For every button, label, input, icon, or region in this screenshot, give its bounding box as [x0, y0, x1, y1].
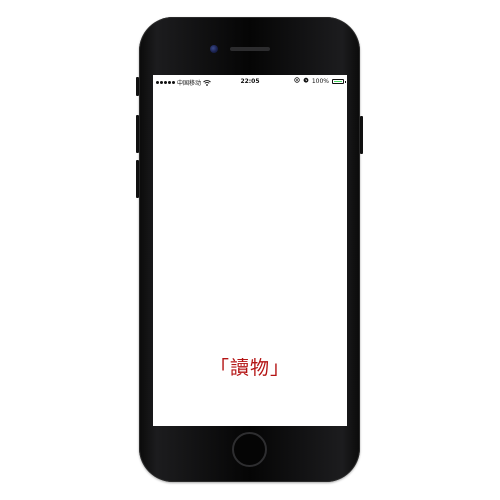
stage: 中国移动 22:05 100% 「讀物」	[0, 0, 500, 500]
home-button[interactable]	[232, 432, 267, 467]
battery-percent: 100%	[311, 77, 329, 85]
battery-cap	[345, 80, 346, 83]
status-right: 100%	[294, 77, 346, 85]
phone-screen[interactable]: 中国移动 22:05 100% 「讀物」	[153, 75, 347, 426]
status-bar: 中国移动 22:05 100%	[153, 75, 347, 87]
app-logo: 「讀物」	[209, 357, 290, 379]
battery-fill	[334, 80, 342, 82]
location-icon	[294, 77, 300, 85]
alarm-icon	[303, 77, 309, 85]
power-button[interactable]	[360, 116, 363, 154]
earpiece-speaker	[230, 47, 270, 51]
battery-icon	[332, 78, 346, 84]
front-camera-icon	[210, 45, 218, 53]
